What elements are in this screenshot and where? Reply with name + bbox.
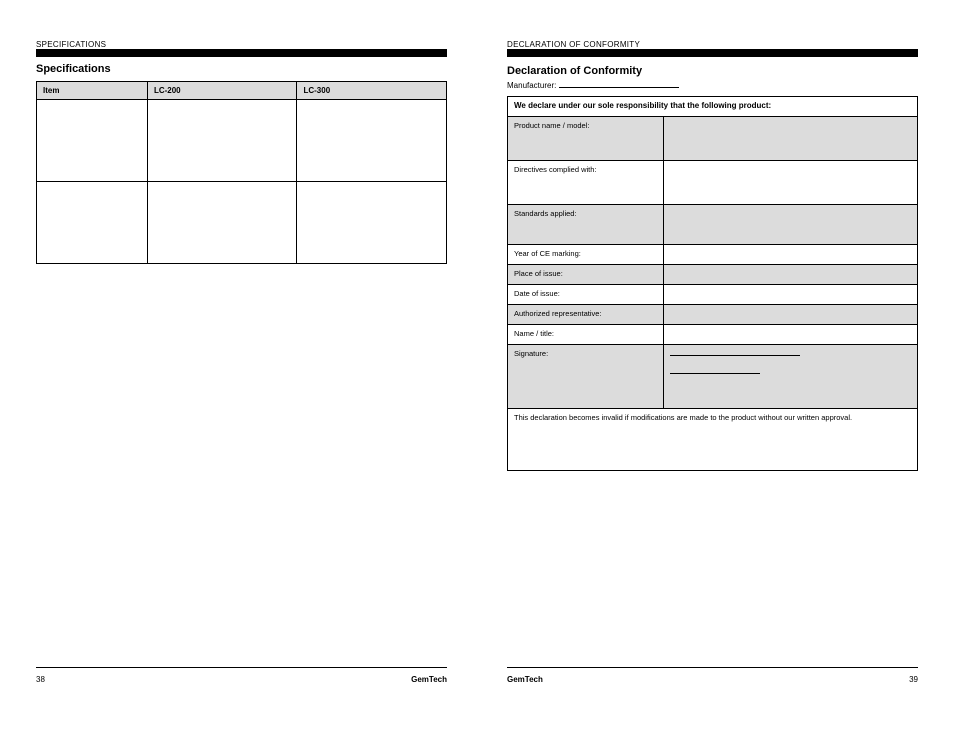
row-label: Authorized representative: — [508, 305, 664, 325]
row-value — [663, 161, 917, 205]
row-label: Year of CE marking: — [508, 245, 664, 265]
signature-cell — [663, 345, 917, 409]
cell-value-b — [297, 182, 447, 264]
manufacturer-line: Manufacturer: — [507, 81, 918, 90]
declaration-table: We declare under our sole responsibility… — [507, 96, 918, 471]
signature-row: Signature: — [508, 345, 918, 409]
table-row: Directives complied with: — [508, 161, 918, 205]
row-value — [663, 325, 917, 345]
table-row: Standards applied: — [508, 205, 918, 245]
col-header-model-b: LC-300 — [297, 82, 447, 100]
table-row: Date of issue: — [508, 285, 918, 305]
specifications-table: Item LC-200 LC-300 — [36, 81, 447, 264]
col-header-item: Item — [37, 82, 148, 100]
cell-item — [37, 100, 148, 182]
table-row: Year of CE marking: — [508, 245, 918, 265]
table-header-row: Item LC-200 LC-300 — [37, 82, 447, 100]
section-overline: SPECIFICATIONS — [36, 40, 447, 49]
page-number: 38 — [36, 675, 45, 684]
row-label: Standards applied: — [508, 205, 664, 245]
page-title: Declaration of Conformity — [507, 65, 918, 77]
page-spread: SPECIFICATIONS Specifications Item LC-20… — [36, 40, 918, 698]
row-value — [663, 305, 917, 325]
row-label: Name / title: — [508, 325, 664, 345]
note-row: This declaration becomes invalid if modi… — [508, 409, 918, 471]
cell-value-a — [147, 100, 297, 182]
cell-item — [37, 182, 148, 264]
right-page: DECLARATION OF CONFORMITY Declaration of… — [507, 40, 918, 698]
heading-rule — [507, 49, 918, 57]
cell-value-b — [297, 100, 447, 182]
row-label: Directives complied with: — [508, 161, 664, 205]
declaration-header: We declare under our sole responsibility… — [508, 97, 918, 117]
manufacturer-value — [559, 87, 679, 88]
table-row: Product name / model: — [508, 117, 918, 161]
row-value — [663, 117, 917, 161]
row-value — [663, 205, 917, 245]
table-row — [37, 182, 447, 264]
declaration-intro: We declare under our sole responsibility… — [508, 97, 918, 117]
declaration-note: This declaration becomes invalid if modi… — [508, 409, 918, 471]
page-number: 39 — [909, 675, 918, 684]
footer-brand: GemTech — [507, 675, 543, 684]
table-row: Authorized representative: — [508, 305, 918, 325]
manufacturer-label: Manufacturer: — [507, 81, 556, 90]
signature-line-1 — [670, 355, 800, 356]
signature-label: Signature: — [508, 345, 664, 409]
row-value — [663, 285, 917, 305]
table-row: Place of issue: — [508, 265, 918, 285]
table-row: Name / title: — [508, 325, 918, 345]
col-header-model-a: LC-200 — [147, 82, 297, 100]
footer-rule — [507, 667, 918, 668]
cell-value-a — [147, 182, 297, 264]
row-label: Date of issue: — [508, 285, 664, 305]
table-row — [37, 100, 447, 182]
left-page: SPECIFICATIONS Specifications Item LC-20… — [36, 40, 447, 698]
row-value — [663, 245, 917, 265]
footer-rule — [36, 667, 447, 668]
row-value — [663, 265, 917, 285]
heading-rule — [36, 49, 447, 57]
page-title: Specifications — [36, 63, 447, 75]
footer-brand: GemTech — [411, 675, 447, 684]
row-label: Place of issue: — [508, 265, 664, 285]
row-label: Product name / model: — [508, 117, 664, 161]
section-overline: DECLARATION OF CONFORMITY — [507, 40, 918, 49]
signature-line-2 — [670, 373, 760, 374]
